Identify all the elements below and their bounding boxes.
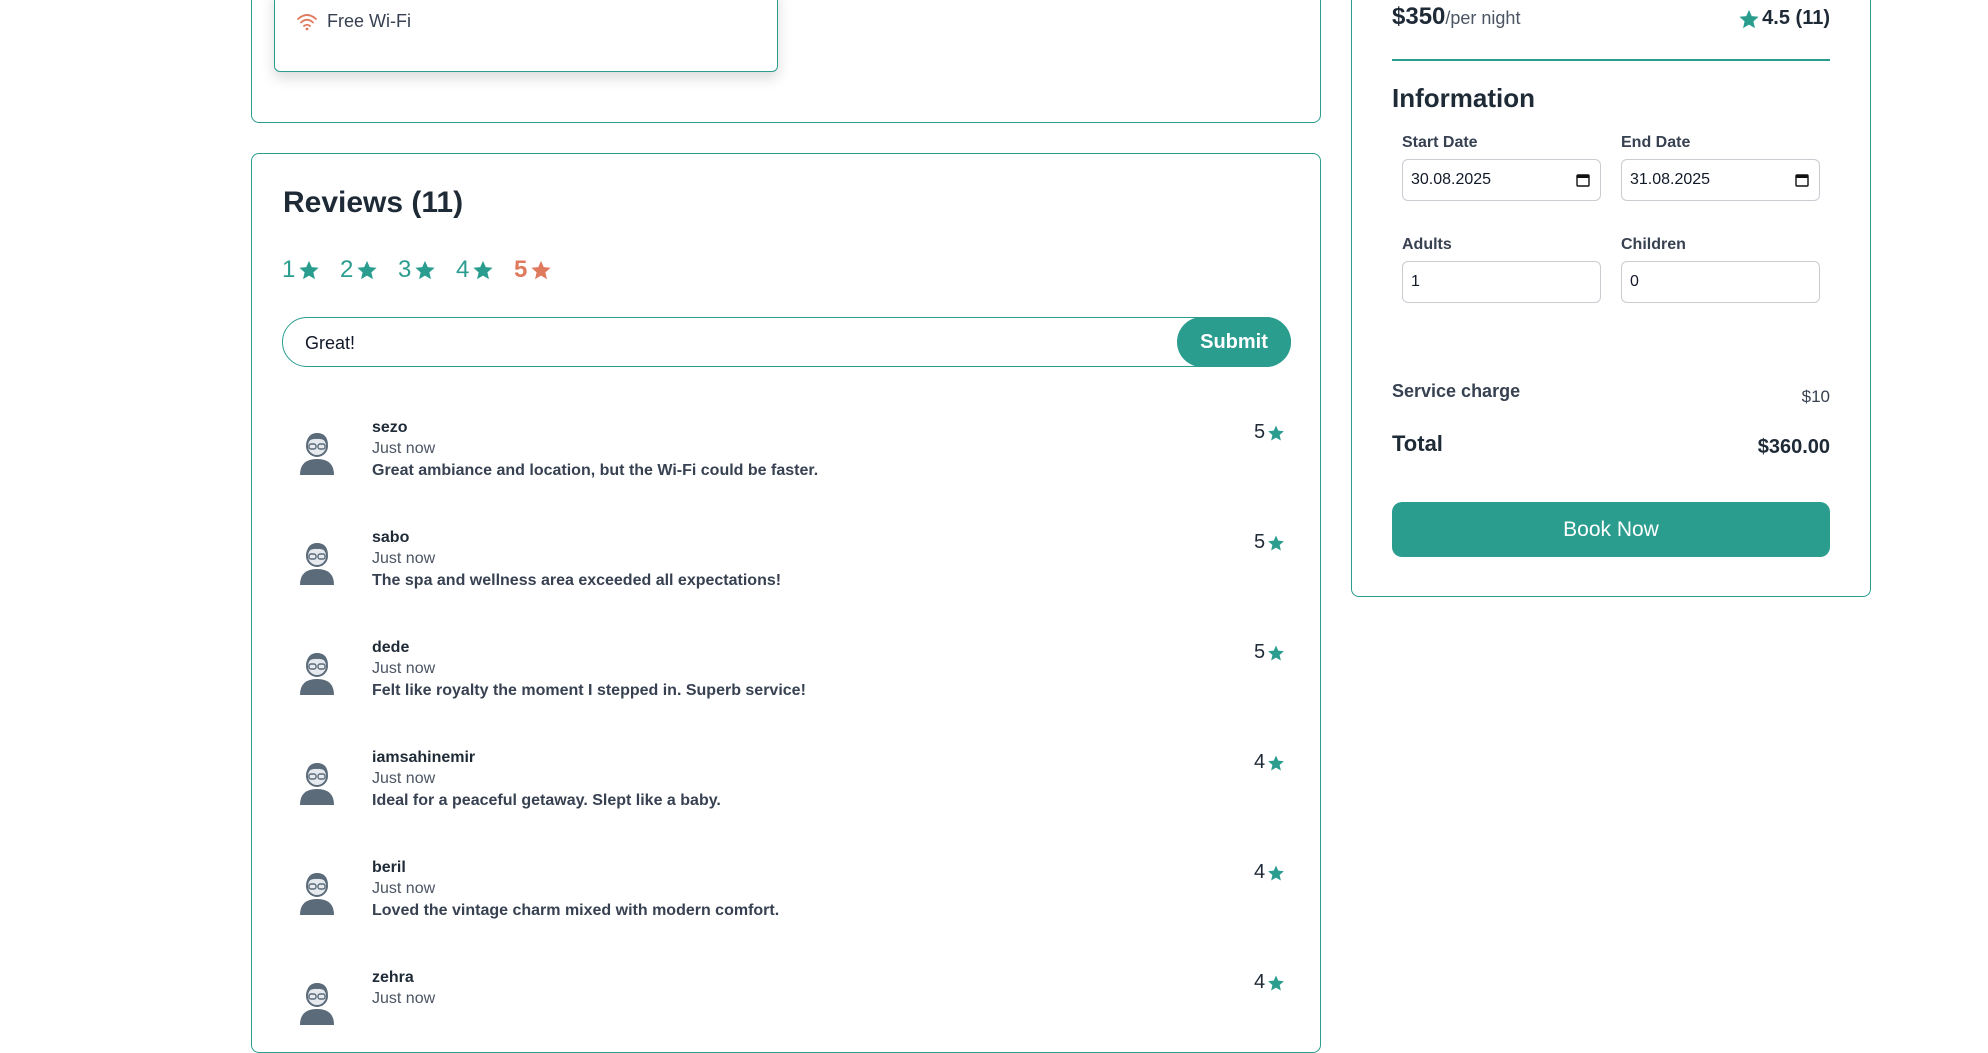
book-now-button[interactable]: Book Now xyxy=(1392,502,1830,557)
start-date-value: 30.08.2025 xyxy=(1411,171,1492,188)
star-icon xyxy=(1267,424,1285,442)
overall-rating: 4.5 (11) xyxy=(1738,7,1830,30)
review-time: Just now xyxy=(372,550,436,567)
amenities-popup: Free Wi-Fi xyxy=(274,0,778,72)
submit-button[interactable]: Submit xyxy=(1177,317,1291,367)
avatar-icon xyxy=(298,429,336,475)
review-text: Felt like royalty the moment I stepped i… xyxy=(372,682,806,699)
end-date-field[interactable]: 31.08.2025 xyxy=(1621,159,1820,201)
star-filter-label: 2 xyxy=(340,256,354,283)
amenity-label: Free Wi-Fi xyxy=(327,11,411,31)
star-filter-label: 4 xyxy=(456,256,470,283)
review-rating: 4 xyxy=(1254,971,1285,994)
star-icon xyxy=(1267,864,1285,882)
adults-label: Adults xyxy=(1402,236,1452,253)
review-author: iamsahinemir xyxy=(372,749,476,766)
information-title: Information xyxy=(1392,83,1535,113)
review-time: Just now xyxy=(372,770,436,787)
review-rating-value: 4 xyxy=(1254,971,1266,993)
review-rating-value: 5 xyxy=(1254,421,1266,443)
service-charge-value: $10 xyxy=(1801,387,1830,406)
avatar-icon xyxy=(298,649,336,695)
review-rating: 5 xyxy=(1254,531,1285,554)
star-filter-label: 3 xyxy=(398,256,412,283)
star-filter-5[interactable]: 5 xyxy=(514,256,552,284)
review-text: Loved the vintage charm mixed with moder… xyxy=(372,902,780,919)
star-filter-label: 1 xyxy=(282,256,296,283)
review-time: Just now xyxy=(372,990,436,1007)
avatar-icon xyxy=(298,759,336,805)
review-item: beril Just now Loved the vintage charm mix… xyxy=(298,859,1298,939)
review-rating: 4 xyxy=(1254,861,1285,884)
star-icon xyxy=(1267,644,1285,662)
review-text: Ideal for a peaceful getaway. Slept like… xyxy=(372,792,721,809)
total-value: $360.00 xyxy=(1757,436,1830,458)
review-item: dede Just now Felt like royalty the moment… xyxy=(298,639,1298,719)
start-date-field[interactable]: 30.08.2025 xyxy=(1402,159,1601,201)
star-icon xyxy=(357,260,377,280)
review-time: Just now xyxy=(372,660,436,677)
star-icon xyxy=(299,260,319,280)
star-icon xyxy=(1739,9,1759,28)
children-input[interactable] xyxy=(1621,261,1820,303)
star-filter-label: 5 xyxy=(514,256,528,283)
review-rating: 4 xyxy=(1254,751,1285,774)
calendar-icon[interactable] xyxy=(1576,173,1590,187)
service-charge-label: Service charge xyxy=(1392,381,1521,401)
avatar-icon xyxy=(298,979,336,1025)
price-unit: /per night xyxy=(1445,8,1521,28)
review-author: zehra xyxy=(372,969,414,986)
end-date-label: End Date xyxy=(1621,134,1691,151)
amenity-wifi: Free Wi-Fi xyxy=(297,11,411,32)
review-rating: 5 xyxy=(1254,641,1285,664)
overall-rating-value: 4.5 (11) xyxy=(1762,7,1830,29)
star-icon xyxy=(1267,974,1285,992)
price: $350/per night xyxy=(1392,3,1520,31)
review-item: zehra Just now 4 xyxy=(298,969,1298,1049)
price-value: $350 xyxy=(1392,3,1446,30)
review-time: Just now xyxy=(372,440,436,457)
divider xyxy=(1392,59,1830,61)
review-item: sezo Just now Great ambiance and location,… xyxy=(298,419,1298,499)
avatar-icon xyxy=(298,539,336,585)
review-rating-value: 4 xyxy=(1254,751,1266,773)
review-item: sabo Just now The spa and wellness area ex… xyxy=(298,529,1298,609)
star-icon xyxy=(415,260,435,280)
review-author: dede xyxy=(372,639,410,656)
review-rating-value: 4 xyxy=(1254,861,1266,883)
reviews-card: Reviews (11) 1 2 3 4 5 Submit sezo Just n… xyxy=(251,153,1321,1053)
review-author: sabo xyxy=(372,529,410,546)
children-label: Children xyxy=(1621,236,1686,253)
star-icon xyxy=(531,260,551,280)
review-rating-value: 5 xyxy=(1254,641,1266,663)
review-rating: 5 xyxy=(1254,421,1285,444)
booking-card: $350/per night 4.5 (11) Information Star… xyxy=(1351,0,1871,597)
review-item: iamsahinemir Just now Ideal for a peaceful… xyxy=(298,749,1298,829)
review-rating-value: 5 xyxy=(1254,531,1266,553)
review-text: The spa and wellness area exceeded all e… xyxy=(372,572,782,589)
adults-input[interactable] xyxy=(1402,261,1601,303)
star-icon xyxy=(1267,754,1285,772)
star-filter-3[interactable]: 3 xyxy=(398,256,436,284)
review-input[interactable] xyxy=(303,330,1167,356)
star-icon xyxy=(473,260,493,280)
start-date-label: Start Date xyxy=(1402,134,1478,151)
reviews-title: Reviews (11) xyxy=(283,186,464,219)
wifi-icon xyxy=(297,13,317,30)
star-icon xyxy=(1267,534,1285,552)
review-text: Great ambiance and location, but the Wi-… xyxy=(372,462,819,479)
review-author: sezo xyxy=(372,419,408,436)
total-label: Total xyxy=(1392,431,1443,456)
calendar-icon[interactable] xyxy=(1795,173,1809,187)
end-date-value: 31.08.2025 xyxy=(1630,171,1711,188)
star-filter-2[interactable]: 2 xyxy=(340,256,378,284)
review-author: beril xyxy=(372,859,406,876)
star-filter-1[interactable]: 1 xyxy=(282,256,320,284)
avatar-icon xyxy=(298,869,336,915)
star-filter-4[interactable]: 4 xyxy=(456,256,494,284)
review-form: Submit xyxy=(282,317,1291,367)
review-time: Just now xyxy=(372,880,436,897)
